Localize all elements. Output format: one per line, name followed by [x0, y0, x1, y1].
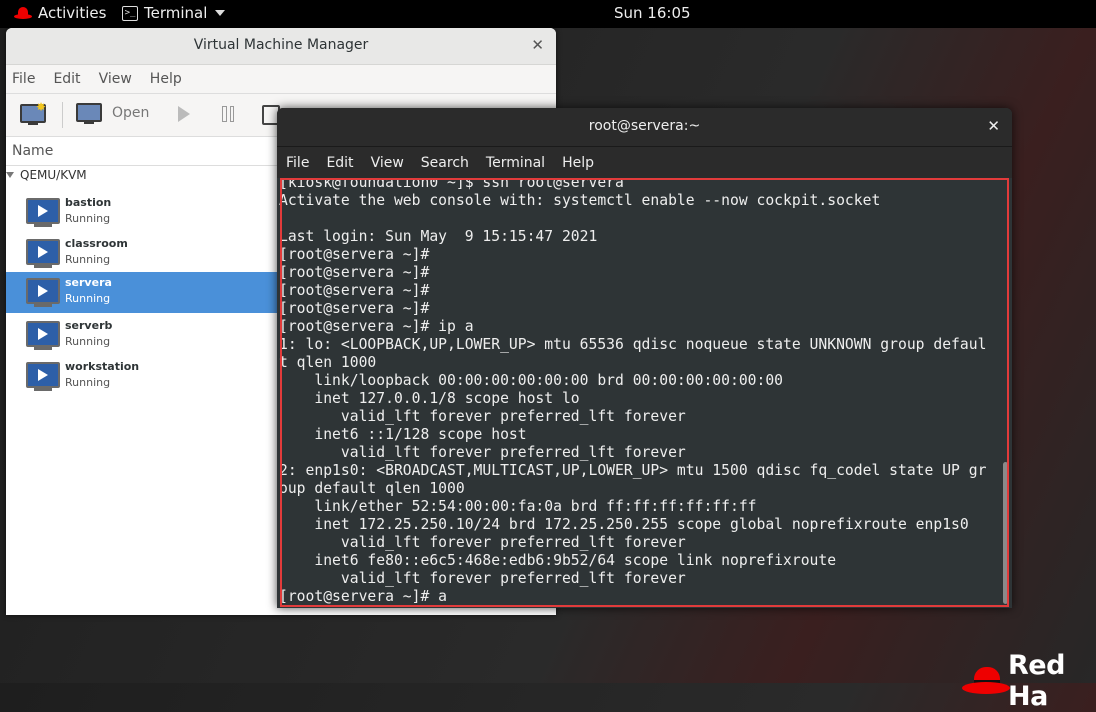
vm-name: servera [65, 276, 112, 289]
vmm-titlebar[interactable]: Virtual Machine Manager ✕ [6, 28, 556, 65]
pause-button[interactable] [222, 106, 234, 122]
activities-label: Activities [38, 4, 107, 22]
activities-button[interactable]: Activities [14, 4, 106, 22]
vm-icon [26, 362, 60, 391]
vm-row-serverb[interactable]: serverb Running [6, 315, 286, 356]
redhat-icon [14, 6, 32, 20]
vm-name: classroom [65, 237, 128, 250]
menu-view[interactable]: View [99, 71, 132, 87]
vm-row-servera[interactable]: servera Running [6, 272, 286, 313]
menu-view[interactable]: View [371, 155, 404, 171]
menu-search[interactable]: Search [421, 155, 469, 171]
menu-file[interactable]: File [286, 155, 309, 171]
terminal-window: root@servera:~ ✕ File Edit View Search T… [277, 108, 1012, 608]
vm-icon [26, 321, 60, 350]
top-bar: Activities >_ Terminal Sun 16:05 [0, 0, 1096, 28]
menu-edit[interactable]: Edit [326, 155, 353, 171]
terminal-titlebar[interactable]: root@servera:~ ✕ [277, 108, 1012, 147]
terminal-output-area[interactable]: [kiosk@foundation0 ~]$ ssh root@servera … [277, 178, 1002, 608]
close-icon[interactable]: ✕ [531, 36, 544, 54]
open-button[interactable]: Open [76, 103, 150, 124]
vmm-menubar: File Edit View Help [6, 65, 556, 94]
close-icon[interactable]: ✕ [987, 117, 1000, 135]
vm-name: bastion [65, 196, 112, 209]
vm-row-workstation[interactable]: workstation Running [6, 356, 286, 397]
terminal-scrollbar[interactable] [1003, 178, 1009, 608]
logo-text: Red Ha [1007, 650, 1065, 712]
vm-status: Running [65, 335, 111, 348]
vm-row-classroom[interactable]: classroom Running [6, 233, 286, 274]
redhat-hat-icon [962, 665, 1010, 697]
vm-icon [26, 278, 60, 307]
terminal-menubar: File Edit View Search Terminal Help [277, 147, 1012, 178]
menu-file[interactable]: File [12, 71, 35, 87]
clock[interactable]: Sun 16:05 [614, 4, 691, 22]
vm-status: Running [65, 212, 111, 225]
terminal-title: root@servera:~ [588, 118, 701, 134]
run-button[interactable] [178, 106, 190, 122]
menu-edit[interactable]: Edit [53, 71, 80, 87]
vm-icon [26, 239, 60, 268]
vm-row-bastion[interactable]: bastion Running [6, 192, 286, 233]
vm-status: Running [65, 376, 111, 389]
pause-icon [222, 106, 234, 122]
connection-label: QEMU/KVM [20, 168, 87, 182]
play-icon [178, 106, 190, 122]
vm-name: workstation [65, 360, 140, 373]
open-label: Open [112, 104, 150, 121]
expander-icon [6, 172, 14, 178]
new-vm-button[interactable]: ✸ [20, 100, 46, 125]
menu-help[interactable]: Help [150, 71, 182, 87]
vm-status: Running [65, 292, 111, 305]
name-column-header: Name [12, 143, 54, 159]
vm-name: serverb [65, 319, 113, 332]
new-vm-icon: ✸ [20, 100, 46, 125]
vm-icon [26, 198, 60, 227]
monitor-icon [76, 103, 102, 124]
vmm-title: Virtual Machine Manager [193, 37, 369, 53]
terminal-icon: >_ [122, 5, 138, 21]
menu-help[interactable]: Help [562, 155, 594, 171]
vm-status: Running [65, 253, 111, 266]
chevron-down-icon [215, 10, 226, 16]
app-menu-label: Terminal [144, 4, 208, 22]
menu-terminal[interactable]: Terminal [486, 155, 545, 171]
redhat-logo: Red Ha [962, 650, 1096, 712]
connection-group[interactable]: QEMU/KVM [6, 168, 87, 182]
app-menu-button[interactable]: >_ Terminal [122, 4, 226, 22]
scrollbar-thumb[interactable] [1003, 462, 1008, 604]
terminal-output: [kiosk@foundation0 ~]$ ssh root@servera … [279, 178, 987, 605]
toolbar-divider [62, 102, 63, 128]
